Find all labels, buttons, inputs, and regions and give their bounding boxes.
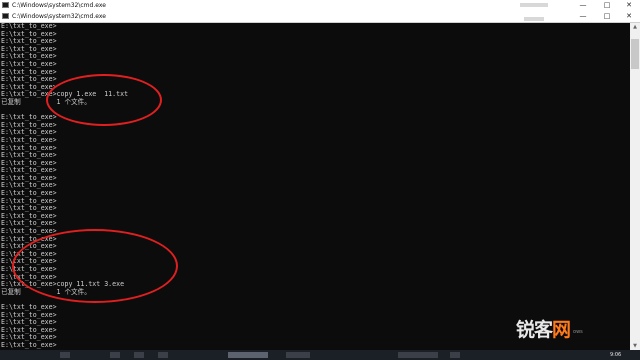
console-line: E:\txt_to_exe> — [1, 204, 57, 213]
console-line: E:\txt_to_exe> — [1, 158, 57, 167]
minimize-icon[interactable]: — — [572, 11, 594, 22]
scroll-up-icon[interactable]: ▲ — [630, 23, 640, 31]
vertical-scrollbar[interactable]: ▲ ▼ — [630, 23, 640, 350]
cmd-window-title: C:\Windows\system32\cmd.exe — [12, 13, 106, 20]
taskbar-app-icon[interactable] — [134, 352, 144, 358]
back-window-title: C:\Windows\system32\cmd.exe — [12, 2, 106, 9]
console-line: E:\txt_to_exe> — [1, 143, 57, 152]
taskbar-cmd-button[interactable] — [228, 352, 268, 358]
close-icon[interactable]: ✕ — [618, 11, 640, 22]
taskbar: 9:06 — [0, 350, 640, 360]
taskbar-app-icon[interactable] — [286, 352, 310, 358]
taskbar-app-icon[interactable] — [110, 352, 120, 358]
blurred-title-detail — [520, 3, 548, 7]
console-line: E:\txt_to_exe> — [1, 166, 57, 175]
console-line: E:\txt_to_exe> — [1, 59, 57, 68]
console-line: E:\txt_to_exe> — [1, 196, 57, 205]
console-line: E:\txt_to_exe> — [1, 181, 57, 190]
console-line: E:\txt_to_exe> — [1, 340, 57, 349]
console-line: E:\txt_to_exe> — [1, 219, 57, 228]
cmd-app-icon — [2, 13, 9, 19]
taskbar-app-icon[interactable] — [398, 352, 438, 358]
watermark-brand: 锐客网 — [516, 318, 571, 341]
taskbar-app-icon[interactable] — [60, 352, 70, 358]
console-line: E:\txt_to_exe> — [1, 52, 57, 61]
console-line: E:\txt_to_exe> — [1, 37, 57, 46]
cmd-window-titlebar[interactable]: C:\Windows\system32\cmd.exe — □ ✕ — [0, 11, 640, 23]
watermark-subtext: ows — [573, 329, 583, 335]
blurred-title-detail — [524, 17, 544, 21]
annotation-circle-first-copy — [46, 74, 162, 126]
console-line: E:\txt_to_exe> — [1, 29, 57, 38]
taskbar-app-icon[interactable] — [450, 352, 460, 358]
cmd-app-icon — [2, 2, 9, 8]
taskbar-app-icon[interactable] — [158, 352, 168, 358]
scrollbar-thumb[interactable] — [631, 39, 639, 69]
console-line: E:\txt_to_exe> — [1, 44, 57, 53]
maximize-icon[interactable]: □ — [596, 11, 618, 22]
minimize-icon[interactable]: — — [572, 0, 594, 11]
scroll-down-icon[interactable]: ▼ — [630, 342, 640, 350]
close-icon[interactable]: ✕ — [618, 0, 640, 11]
maximize-icon[interactable]: □ — [596, 0, 618, 11]
console-line: E:\txt_to_exe> — [1, 151, 57, 160]
console-line: E:\txt_to_exe> — [1, 211, 57, 220]
console-line: E:\txt_to_exe> — [1, 189, 57, 198]
watermark: 锐客网 ows — [516, 314, 583, 342]
annotation-circle-second-copy — [12, 229, 178, 303]
console-line: E:\txt_to_exe> — [1, 173, 57, 182]
console-line: E:\txt_to_exe> — [1, 128, 57, 137]
console-line: E:\txt_to_exe> — [1, 23, 57, 30]
console-line: E:\txt_to_exe> — [1, 135, 57, 144]
taskbar-clock[interactable]: 9:06 — [610, 350, 621, 360]
console-line: E:\txt_to_exe> — [1, 302, 57, 311]
